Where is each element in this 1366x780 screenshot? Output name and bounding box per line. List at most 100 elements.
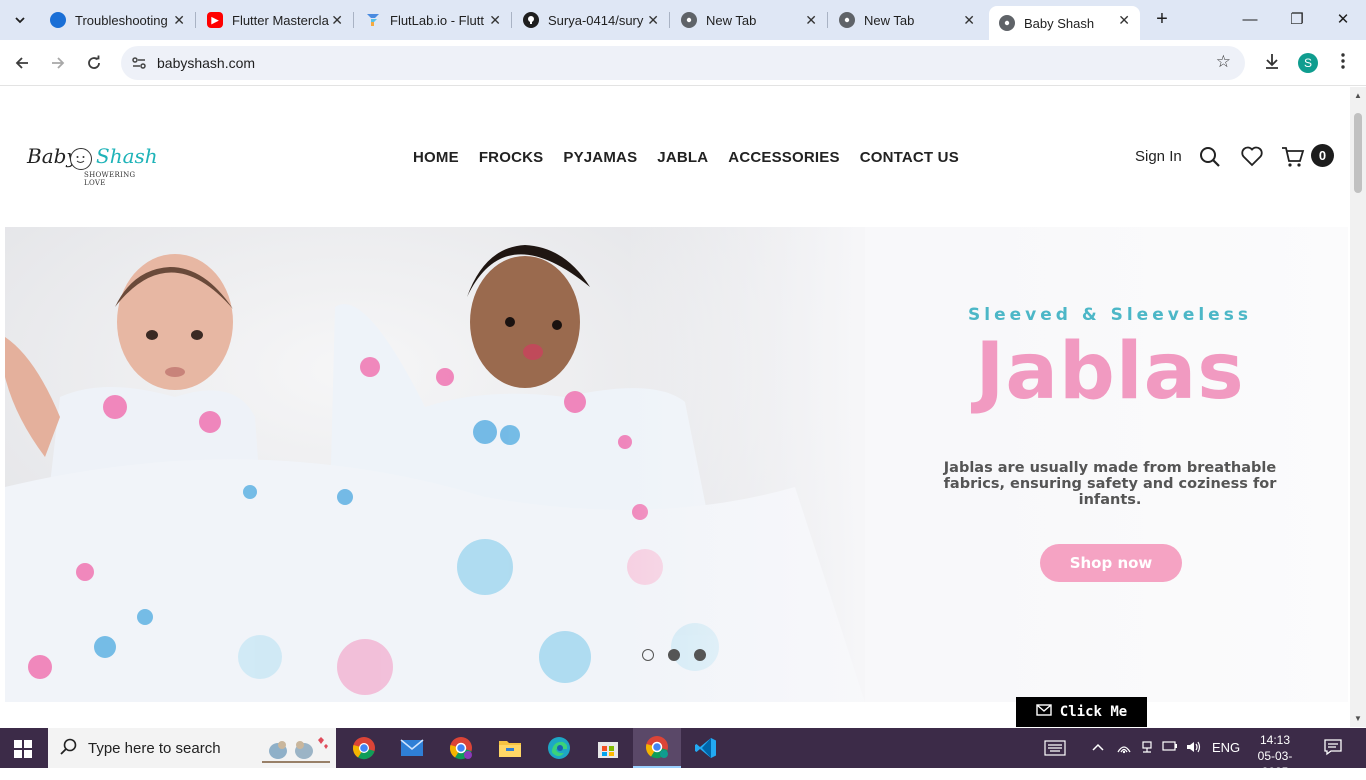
logo-word-shash: Shash — [96, 144, 158, 168]
taskbar-clock[interactable]: 14:13 05-03-2025 — [1250, 732, 1300, 780]
tab-title: New Tab — [706, 12, 757, 28]
network-icon[interactable] — [1140, 740, 1154, 757]
github-icon — [523, 12, 539, 28]
browser-tab[interactable]: ▶ Flutter Mastercla ✕ — [197, 6, 353, 34]
download-icon[interactable] — [1263, 52, 1281, 75]
hero-description: Jablas are usually made from breathable … — [943, 460, 1277, 508]
store-taskbar-icon[interactable] — [584, 728, 632, 768]
tab-separator — [195, 12, 196, 28]
tab-separator — [669, 12, 670, 28]
wishlist-heart-icon[interactable] — [1240, 145, 1264, 172]
browser-tab-active[interactable]: Baby Shash ✕ — [989, 6, 1140, 40]
mail-taskbar-icon[interactable] — [388, 728, 436, 768]
battery-icon[interactable] — [1162, 740, 1178, 755]
carousel-dot[interactable] — [694, 649, 706, 661]
close-tab-icon[interactable]: ✕ — [1118, 12, 1130, 28]
hero-banner: Sleeved & Sleeveless Jablas Jablas are u… — [5, 227, 1348, 702]
keyboard-tray-icon[interactable] — [1044, 740, 1066, 759]
hero-fade-overlay — [625, 227, 955, 702]
close-tab-icon[interactable]: ✕ — [647, 12, 659, 28]
browser-tab-strip: Troubleshooting ✕ ▶ Flutter Mastercla ✕ … — [0, 0, 1366, 40]
volume-icon[interactable] — [1186, 740, 1202, 757]
wifi-icon[interactable] — [1116, 740, 1132, 757]
tab-separator — [353, 12, 354, 28]
nav-frocks[interactable]: FROCKS — [479, 149, 544, 166]
browser-toolbar: babyshash.com ☆ — [0, 40, 1366, 86]
browser-tab[interactable]: Troubleshooting ✕ — [40, 6, 195, 34]
scroll-thumb[interactable] — [1354, 113, 1362, 193]
edge-icon — [50, 12, 66, 28]
logo-tagline: SHOWERING LOVE — [84, 171, 136, 187]
scroll-up-icon[interactable]: ▲ — [1354, 91, 1362, 100]
tab-search-chevron-icon[interactable] — [8, 8, 32, 32]
notification-center-icon[interactable] — [1324, 738, 1342, 756]
scroll-down-icon[interactable]: ▼ — [1354, 714, 1362, 723]
forward-arrow-icon[interactable] — [45, 50, 71, 76]
baby-face-icon — [70, 148, 92, 170]
close-tab-icon[interactable]: ✕ — [963, 12, 975, 28]
vscode-taskbar-icon[interactable] — [682, 728, 730, 768]
close-tab-icon[interactable]: ✕ — [173, 12, 185, 28]
new-tab-button[interactable]: + — [1150, 8, 1174, 32]
nav-pyjamas[interactable]: PYJAMAS — [563, 149, 637, 166]
hero-title: Jablas — [975, 327, 1245, 417]
tab-title: Flutter Mastercla — [232, 12, 329, 28]
search-icon — [60, 738, 78, 761]
close-tab-icon[interactable]: ✕ — [331, 12, 343, 28]
flutlab-icon — [365, 12, 381, 28]
edge-taskbar-icon[interactable] — [535, 728, 583, 768]
browser-tab[interactable]: New Tab ✕ — [671, 6, 827, 34]
main-navigation: HOME FROCKS PYJAMAS JABLA ACCESSORIES CO… — [413, 149, 959, 166]
clock-time: 14:13 — [1259, 733, 1291, 747]
youtube-icon: ▶ — [207, 12, 223, 28]
tab-separator — [827, 12, 828, 28]
file-explorer-taskbar-icon[interactable] — [486, 728, 534, 768]
cart-icon[interactable] — [1281, 145, 1305, 174]
restore-icon[interactable]: ❐ — [1285, 8, 1309, 32]
search-icon[interactable] — [1198, 145, 1222, 174]
browser-tab[interactable]: Surya-0414/sury ✕ — [513, 6, 669, 34]
mail-icon — [1036, 704, 1052, 720]
windows-start-icon[interactable] — [14, 740, 32, 758]
minimize-icon[interactable]: — — [1238, 8, 1262, 32]
url-text[interactable]: babyshash.com — [157, 55, 255, 71]
tab-title: Baby Shash — [1024, 15, 1095, 31]
browser-tab[interactable]: FlutLab.io - Flutt ✕ — [355, 6, 511, 34]
address-bar[interactable]: babyshash.com ☆ — [121, 46, 1245, 80]
nav-accessories[interactable]: ACCESSORIES — [728, 149, 839, 166]
show-hidden-icons-chevron-icon[interactable] — [1092, 740, 1104, 755]
site-info-icon[interactable] — [131, 55, 147, 71]
reload-icon[interactable] — [81, 50, 107, 76]
cart-count-badge[interactable]: 0 — [1311, 144, 1334, 167]
browser-tab[interactable]: New Tab ✕ — [829, 6, 985, 34]
back-arrow-icon[interactable] — [9, 50, 35, 76]
click-me-button[interactable]: Click Me — [1016, 697, 1147, 727]
chrome-profile-taskbar-icon[interactable] — [437, 728, 485, 768]
language-indicator[interactable]: ENG — [1212, 740, 1240, 755]
carousel-dot[interactable] — [642, 649, 654, 661]
bookmark-star-icon[interactable]: ☆ — [1216, 52, 1231, 72]
profile-avatar[interactable]: S — [1298, 53, 1318, 73]
tab-title: Surya-0414/sury — [548, 12, 644, 28]
shop-now-button[interactable]: Shop now — [1040, 544, 1182, 582]
nav-jabla[interactable]: JABLA — [657, 149, 708, 166]
carousel-dot[interactable] — [668, 649, 680, 661]
close-window-icon[interactable]: ✕ — [1331, 8, 1355, 32]
sign-in-link[interactable]: Sign In — [1135, 148, 1182, 165]
chrome-icon — [681, 12, 697, 28]
close-tab-icon[interactable]: ✕ — [489, 12, 501, 28]
page-scrollbar[interactable]: ▲ ▼ — [1350, 87, 1366, 727]
taskbar-search-box[interactable]: Type here to search — [48, 728, 336, 768]
site-logo[interactable]: Baby Shash SHOWERING LOVE — [27, 142, 158, 187]
click-me-label: Click Me — [1059, 704, 1128, 720]
chrome-taskbar-icon[interactable] — [340, 728, 388, 768]
chrome-active-taskbar-icon[interactable] — [633, 728, 681, 768]
tab-separator — [511, 12, 512, 28]
more-menu-icon[interactable] — [1340, 52, 1346, 75]
nav-home[interactable]: HOME — [413, 149, 459, 166]
clock-date: 05-03-2025 — [1257, 749, 1293, 779]
tab-title: New Tab — [864, 12, 915, 28]
close-tab-icon[interactable]: ✕ — [805, 12, 817, 28]
windows-taskbar: Type here to search ENG 14:13 05-03-2025 — [0, 728, 1366, 779]
nav-contact-us[interactable]: CONTACT US — [860, 149, 959, 166]
